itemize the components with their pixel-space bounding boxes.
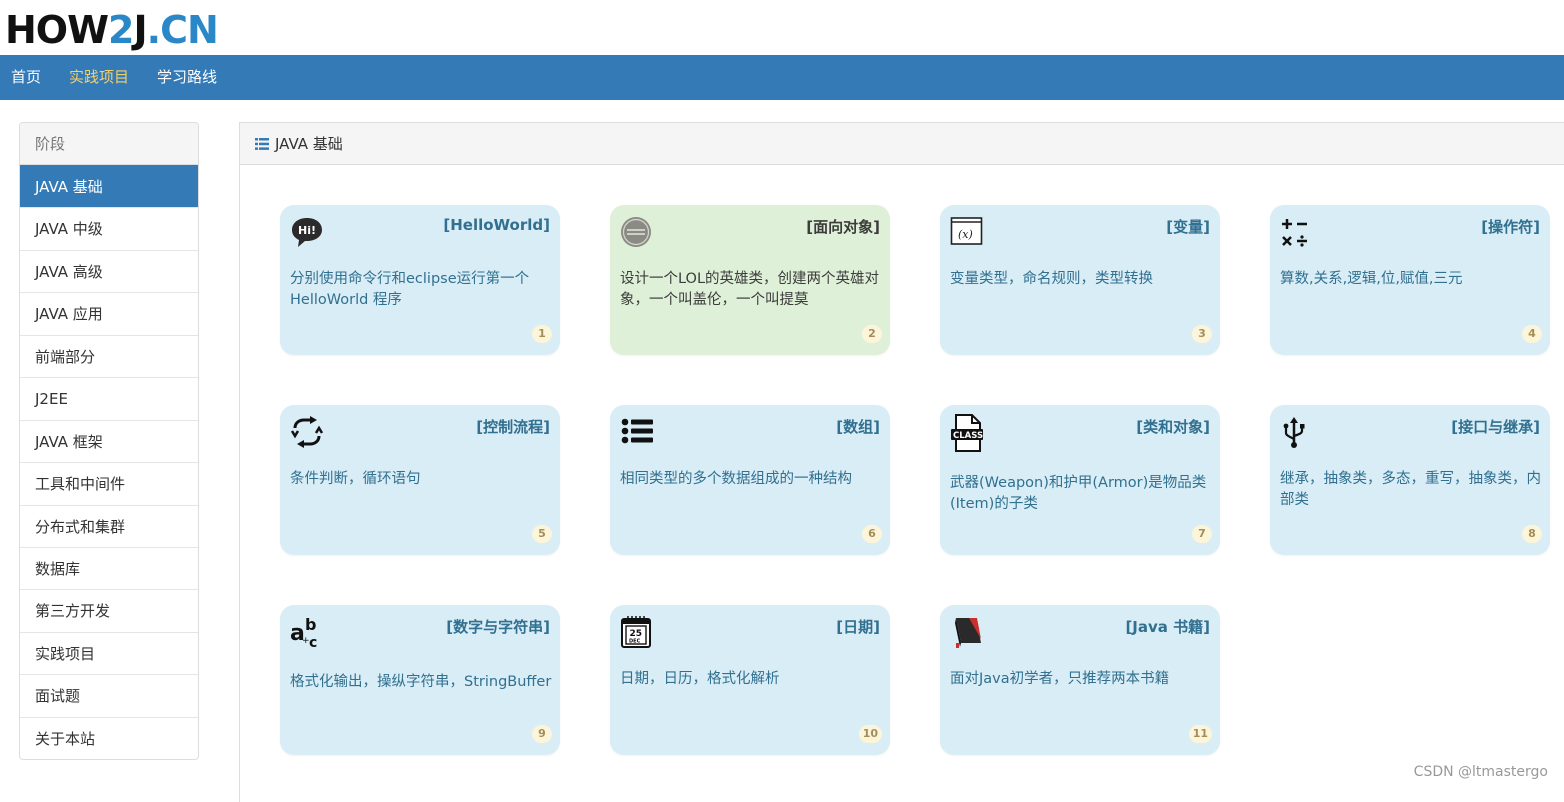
variable-x-icon: (x) [950,215,984,249]
card-number-badge: 6 [862,525,882,543]
card-title: [Java 书籍] [1125,616,1210,637]
logo-text-2: 2 [108,8,133,52]
sidebar-item-tools-middleware[interactable]: 工具和中间件 [20,462,198,504]
card-numbers-strings[interactable]: a b c + [数字与字符串] 格式化输出，操纵字符串，StringBuffe… [280,605,560,755]
card-oop[interactable]: [面向对象] 设计一个LOL的英雄类，创建两个英雄对象，一个叫盖伦，一个叫提莫 … [610,205,890,355]
sidebar-item-java-intermediate[interactable]: JAVA 中级 [20,207,198,249]
card-description: 武器(Weapon)和护甲(Armor)是物品类(Item)的子类 [950,473,1212,515]
sidebar-item-java-framework[interactable]: JAVA 框架 [20,420,198,462]
card-title: [接口与继承] [1451,416,1540,437]
logo-text-cn: CN [160,8,218,52]
class-file-icon: CLASS [950,413,984,453]
card-number-badge: 2 [862,325,882,343]
card-number-badge: 10 [859,725,882,743]
sidebar-item-j2ee[interactable]: J2EE [20,377,198,419]
card-number-badge: 8 [1522,525,1542,543]
card-number-badge: 9 [532,725,552,743]
panel-title: JAVA 基础 [275,123,343,165]
stage-sidebar: 阶段 JAVA 基础 JAVA 中级 JAVA 高级 JAVA 应用 前端部分 … [19,122,199,760]
top-navbar: 首页 实践项目 学习路线 [0,55,1564,100]
usb-icon [1280,415,1314,449]
sidebar-item-distributed-cluster[interactable]: 分布式和集群 [20,505,198,547]
svg-text:b: b [305,615,316,634]
card-number-badge: 4 [1522,325,1542,343]
card-title: [数组] [836,416,880,437]
card-title: [控制流程] [476,416,550,437]
sidebar-item-frontend[interactable]: 前端部分 [20,335,198,377]
calendar-icon: 25 DEC [620,615,654,649]
card-number-badge: 3 [1192,325,1212,343]
list-icon [255,138,269,150]
panel-header: JAVA 基础 [240,123,1564,165]
nav-item-home[interactable]: 首页 [11,55,41,100]
svg-text:(x): (x) [958,228,973,241]
abc-text-icon: a b c + [290,615,324,649]
watermark: CSDN @ltmastergo [1414,764,1548,780]
svg-text:Hi!: Hi! [298,224,316,237]
calendar-day: 25 [630,629,643,639]
logo-text-j: J [133,8,146,52]
sidebar-item-interview[interactable]: 面试题 [20,674,198,716]
sidebar-item-java-application[interactable]: JAVA 应用 [20,292,198,334]
class-icon-label: CLASS [953,431,983,441]
list-bullets-icon [620,415,654,449]
card-description: 设计一个LOL的英雄类，创建两个英雄对象，一个叫盖伦，一个叫提莫 [620,269,882,311]
hi-speech-bubble-icon: Hi! [290,215,324,249]
sidebar-item-third-party[interactable]: 第三方开发 [20,589,198,631]
nav-item-learning-path[interactable]: 学习路线 [157,55,217,100]
sidebar-header: 阶段 [20,123,198,165]
card-title: [日期] [836,616,880,637]
sidebar-item-java-advanced[interactable]: JAVA 高级 [20,250,198,292]
logo-text-dot: . [147,8,160,52]
card-helloworld[interactable]: Hi! [HelloWorld] 分别使用命令行和eclipse运行第一个Hel… [280,205,560,355]
card-operators[interactable]: [操作符] 算数,关系,逻辑,位,赋值,三元 4 [1270,205,1550,355]
card-number-badge: 5 [532,525,552,543]
card-interface-inheritance[interactable]: [接口与继承] 继承，抽象类，多态，重写，抽象类，内部类 8 [1270,405,1550,555]
nav-item-projects[interactable]: 实践项目 [69,55,129,100]
card-number-badge: 11 [1189,725,1212,743]
card-title: [变量] [1166,216,1210,237]
sidebar-item-about[interactable]: 关于本站 [20,717,198,759]
card-description: 变量类型，命名规则，类型转换 [950,269,1212,290]
svg-text:+: + [302,636,310,646]
sidebar-item-java-basic[interactable]: JAVA 基础 [20,165,198,207]
calendar-month: DEC [629,639,641,645]
card-description: 分别使用命令行和eclipse运行第一个HelloWorld 程序 [290,269,552,311]
logo-text-how: HOW [5,8,108,52]
site-logo[interactable]: HOW 2 J . CN [5,8,218,52]
card-description: 相同类型的多个数据组成的一种结构 [620,469,882,490]
card-number-badge: 7 [1192,525,1212,543]
card-description: 算数,关系,逻辑,位,赋值,三元 [1280,269,1542,290]
card-java-books[interactable]: [Java 书籍] 面对Java初学者，只推荐两本书籍 11 [940,605,1220,755]
card-title: [面向对象] [806,216,880,237]
card-description: 继承，抽象类，多态，重写，抽象类，内部类 [1280,469,1542,511]
card-dates[interactable]: 25 DEC [日期] 日期，日历，格式化解析 10 [610,605,890,755]
book-icon [950,615,984,649]
loop-arrows-icon [290,415,324,449]
card-arrays[interactable]: [数组] 相同类型的多个数据组成的一种结构 6 [610,405,890,555]
card-description: 日期，日历，格式化解析 [620,669,882,690]
card-title: [操作符] [1481,216,1540,237]
svg-text:c: c [309,635,317,649]
card-title: [HelloWorld] [443,216,550,234]
card-class-object[interactable]: CLASS [类和对象] 武器(Weapon)和护甲(Armor)是物品类(It… [940,405,1220,555]
sidebar-item-practice-projects[interactable]: 实践项目 [20,632,198,674]
card-title: [类和对象] [1136,416,1210,437]
card-description: 面对Java初学者，只推荐两本书籍 [950,669,1212,690]
card-variables[interactable]: (x) [变量] 变量类型，命名规则，类型转换 3 [940,205,1220,355]
card-control-flow[interactable]: [控制流程] 条件判断，循环语句 5 [280,405,560,555]
card-description: 条件判断，循环语句 [290,469,552,490]
sidebar-item-database[interactable]: 数据库 [20,547,198,589]
card-number-badge: 1 [532,325,552,343]
card-description: 格式化输出，操纵字符串，StringBuffer [290,672,552,693]
calculator-operators-icon [1280,215,1314,249]
card-title: [数字与字符串] [446,616,550,637]
league-of-legends-icon [620,215,654,249]
